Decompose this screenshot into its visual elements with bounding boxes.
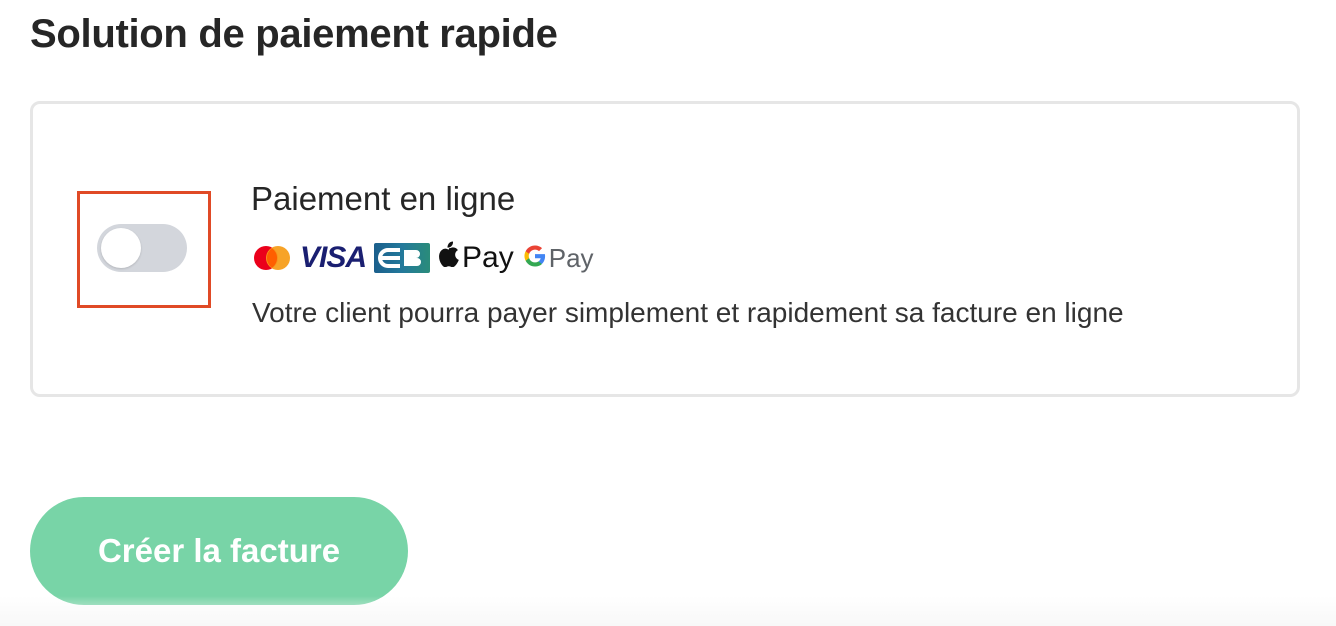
option-title: Paiement en ligne — [251, 180, 516, 217]
google-g-icon — [524, 244, 546, 272]
option-description: Votre client pourra payer simplement et … — [252, 297, 1124, 328]
visa-logo: VISA — [300, 241, 367, 274]
payment-option-card: Paiement en ligne VISA Pay Pay Votre cli… — [30, 101, 1300, 397]
page: Solution de paiement rapide Paiement en … — [0, 0, 1336, 626]
payment-logos: VISA Pay Pay — [252, 241, 594, 275]
apple-pay-label: Pay — [462, 241, 514, 274]
section-title: Solution de paiement rapide — [30, 12, 558, 56]
google-pay-label: Pay — [548, 242, 594, 273]
create-invoice-button[interactable]: Créer la facture — [30, 497, 408, 605]
mastercard-icon — [252, 245, 292, 271]
apple-icon — [438, 241, 460, 275]
apple-pay-logo: Pay — [438, 241, 514, 275]
toggle-knob — [101, 228, 141, 268]
google-pay-logo: Pay — [524, 243, 594, 274]
online-payment-toggle[interactable] — [97, 224, 187, 272]
cb-icon — [374, 243, 431, 273]
